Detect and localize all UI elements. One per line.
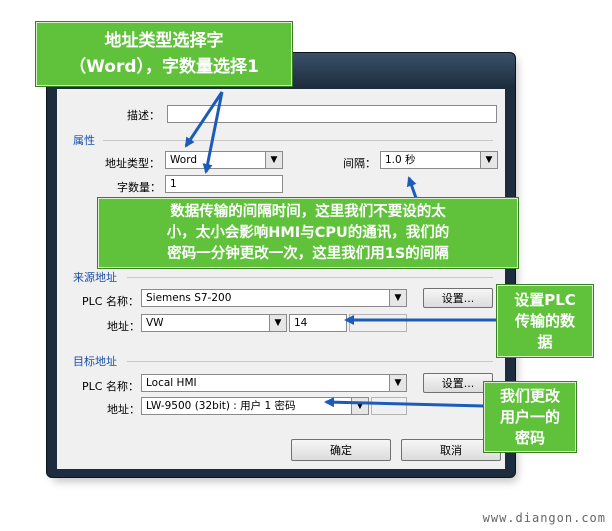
target-plc-select[interactable]: Local HMI ▼ <box>141 374 407 392</box>
callout-address-type-line1: 地址类型选择字 <box>104 31 224 51</box>
target-settings-button[interactable]: 设置... <box>423 373 493 393</box>
address-type-select[interactable]: Word ▼ <box>165 151 283 169</box>
interval-value: 1.0 秒 <box>385 154 416 166</box>
callout-interval-line1: 数据传输的间隔时间，这里我们不要设的太 <box>170 204 446 220</box>
description-label: 描述： <box>127 109 160 122</box>
callout-plc-line3: 据 <box>537 333 553 351</box>
properties-divider <box>103 140 493 141</box>
properties-group-title: 属性 <box>73 134 95 147</box>
target-address-select[interactable]: LW-9500 (32bit) : 用户 1 密码 ▼ <box>141 397 369 415</box>
source-address-extra <box>349 314 407 332</box>
chevron-down-icon[interactable]: ▼ <box>480 152 497 168</box>
chevron-down-icon[interactable]: ▼ <box>389 375 406 391</box>
interval-select[interactable]: 1.0 秒 ▼ <box>380 151 498 169</box>
chevron-down-icon[interactable]: ▼ <box>351 398 368 414</box>
target-address-extra <box>371 397 407 415</box>
source-address-label: 地址： <box>107 320 140 333</box>
source-address-type-select[interactable]: VW ▼ <box>141 314 287 332</box>
source-divider <box>127 277 493 278</box>
address-type-value: Word <box>170 154 197 166</box>
callout-interval-line3: 密码一分钟更改一次，这里我们用1S的间隔 <box>167 246 449 262</box>
watermark: www.diangon.com <box>482 511 606 525</box>
callout-interval: 数据传输的间隔时间，这里我们不要设的太 小，太小会影响HMI与CPU的通讯，我们… <box>98 198 518 268</box>
callout-password-line1: 我们更改 <box>499 387 560 405</box>
callout-password-line2: 用户一的 <box>499 408 560 426</box>
source-group-title: 来源地址 <box>73 271 117 284</box>
callout-address-type: 地址类型选择字 （Word），字数量选择1 <box>36 22 292 86</box>
callout-address-type-line2: （Word），字数量选择1 <box>69 57 259 77</box>
chevron-down-icon[interactable]: ▼ <box>265 152 282 168</box>
word-count-label: 字数量： <box>117 181 161 194</box>
callout-password: 我们更改 用户一的 密码 <box>484 382 576 452</box>
chevron-down-icon[interactable]: ▼ <box>269 315 286 331</box>
source-plc-value: Siemens S7-200 <box>146 292 232 304</box>
callout-plc-line1: 设置PLC <box>514 291 576 309</box>
target-plc-value: Local HMI <box>146 377 197 389</box>
callout-interval-line2: 小，太小会影响HMI与CPU的通讯，我们的 <box>166 225 450 241</box>
target-address-label: 地址： <box>107 403 140 416</box>
dialog-body: 描述： 属性 地址类型： Word ▼ 间隔： 1.0 秒 ▼ 字数量： 1 来… <box>57 89 505 469</box>
target-group-title: 目标地址 <box>73 355 117 368</box>
ok-button[interactable]: 确定 <box>291 439 391 461</box>
chevron-down-icon[interactable]: ▼ <box>389 290 406 306</box>
callout-password-line3: 密码 <box>514 429 545 447</box>
interval-label: 间隔： <box>343 157 376 170</box>
target-divider <box>127 361 493 362</box>
word-count-input[interactable]: 1 <box>165 175 283 193</box>
source-settings-button[interactable]: 设置... <box>423 288 493 308</box>
source-address-type-value: VW <box>146 317 164 329</box>
source-plc-label: PLC 名称： <box>82 295 139 308</box>
callout-plc: 设置PLC 传输的数 据 <box>497 285 593 357</box>
target-plc-label: PLC 名称： <box>82 380 139 393</box>
source-plc-select[interactable]: Siemens S7-200 ▼ <box>141 289 407 307</box>
callout-plc-line2: 传输的数 <box>514 312 575 330</box>
description-input[interactable] <box>167 105 497 123</box>
source-address-input[interactable]: 14 <box>289 314 347 332</box>
address-type-label: 地址类型： <box>105 157 160 170</box>
target-address-value: LW-9500 (32bit) : 用户 1 密码 <box>146 400 296 412</box>
